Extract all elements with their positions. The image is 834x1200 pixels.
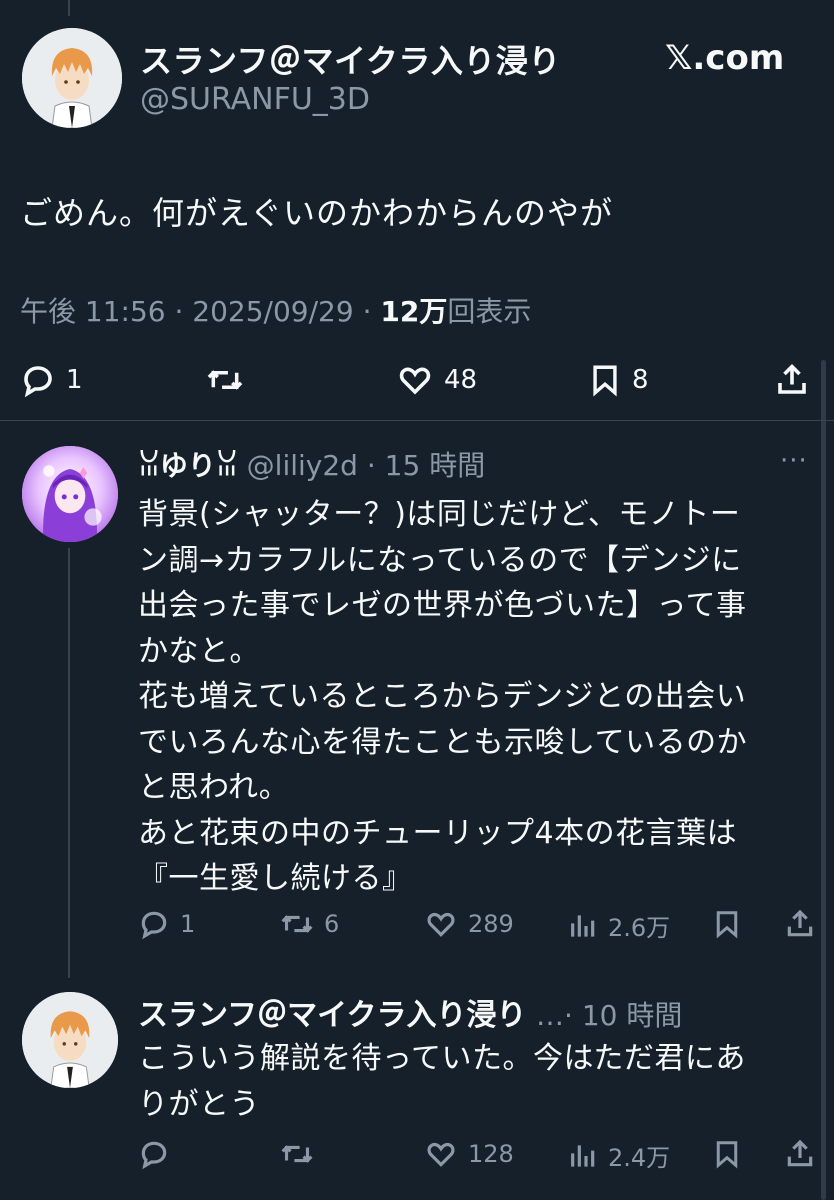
heart-icon — [399, 367, 431, 395]
views-count: 2.4万 — [608, 1144, 671, 1172]
reply-text-line: あと花束の中のチューリップ4本の花言葉は — [138, 815, 738, 851]
reply-timestamp[interactable]: · 15 時間 — [367, 449, 485, 482]
reply-icon — [141, 911, 167, 940]
views-count: 12万 — [380, 295, 448, 328]
reply-button[interactable]: 1 — [20, 362, 83, 398]
heart-icon — [427, 912, 455, 937]
reply-text-line: 出会った事でレゼの世界が色づいた】って事 — [138, 588, 747, 623]
reply2-share-button[interactable] — [784, 1138, 816, 1170]
reply2-reply-button[interactable] — [138, 1138, 180, 1170]
reply-text-line: 花も増えているところからデンジとの出会い — [138, 679, 747, 714]
reply-display-name[interactable]: ꈍゆりꈍ — [138, 449, 238, 482]
anime-boy-avatar-image — [22, 28, 122, 128]
reply2-text: こういう解説を待っていた。今はただ君にあ りがとう — [138, 1036, 746, 1128]
reply-header: ꈍゆりꈍ @liliy2d · 15 時間 — [138, 444, 485, 484]
reply2-display-name[interactable]: スランフ＠マイクラ入り浸り — [138, 998, 527, 1033]
tweet-timestamp[interactable]: 午後 11:56 · 2025/09/29 · — [20, 295, 380, 328]
reply2-text-line: りがとう — [138, 1087, 260, 1122]
retweet-icon — [281, 915, 313, 933]
thread-connector-line — [68, 548, 70, 978]
reply-icon — [141, 1141, 167, 1170]
analytics-bar-icon — [571, 914, 595, 937]
retweet-button[interactable] — [206, 362, 254, 398]
reply-like-button[interactable]: 289 — [424, 908, 514, 940]
bookmark-button[interactable]: 8 — [588, 362, 649, 398]
bookmark-icon — [716, 1141, 738, 1169]
reply-text-line: でいろんな心を得たことも示唆しているのか — [138, 724, 748, 760]
reply2-like-button[interactable]: 128 — [424, 1138, 514, 1170]
reply-retweet-button[interactable]: 6 — [280, 908, 339, 940]
tweet-meta: 午後 11:56 · 2025/09/29 · 12万回表示 — [20, 290, 531, 330]
reply-share-button[interactable] — [784, 908, 816, 940]
bookmark-icon — [593, 365, 617, 397]
like-count: 48 — [444, 365, 478, 395]
reply-text-line: と思われ。 — [138, 770, 290, 805]
x-logo: 𝕏.com — [665, 38, 785, 78]
section-divider — [0, 420, 834, 421]
views-label: 回表示 — [447, 295, 532, 328]
share-icon — [787, 1139, 813, 1167]
retweet-icon — [281, 1145, 313, 1163]
scrollbar[interactable] — [821, 360, 826, 1200]
more-options-icon[interactable]: ··· — [780, 446, 808, 476]
reply-handle[interactable]: @liliy2d — [247, 449, 358, 482]
reply2-views-button[interactable]: 2.4万 — [566, 1138, 670, 1173]
reply-bookmark-button[interactable] — [712, 908, 742, 940]
retweet-count: 6 — [324, 910, 340, 938]
reply2-bookmark-button[interactable] — [712, 1138, 742, 1170]
author-handle[interactable]: @SURANFU_3D — [140, 82, 370, 117]
reply-text-line: 『一生愛し続ける』 — [138, 861, 413, 896]
reply-views-button[interactable]: 2.6万 — [566, 908, 670, 943]
reply-text: 背景(シャッター？)は同じだけど、モノトー ン調→カラフルになっているので【デン… — [138, 492, 808, 902]
reply2-timestamp[interactable]: · 10 時間 — [564, 999, 682, 1032]
views-count: 2.6万 — [608, 914, 671, 942]
reply2-text-line: こういう解説を待っていた。今はただ君にあ — [138, 1041, 746, 1076]
reply-text-line: 背景(シャッター？)は同じだけど、モノトー — [138, 497, 741, 532]
reply-count: 1 — [66, 365, 83, 395]
reply-icon — [24, 366, 52, 398]
like-count: 289 — [468, 910, 514, 938]
reply2-name-ellipsis: … — [536, 999, 565, 1032]
reply-author-avatar[interactable] — [22, 446, 118, 542]
reply2-header: スランフ＠マイクラ入り浸り …· 10 時間 — [138, 990, 682, 1034]
bookmark-icon — [716, 911, 738, 939]
reply-text-line: かなと。 — [138, 633, 260, 669]
anime-boy-avatar-image — [22, 992, 118, 1088]
reply-count: 1 — [180, 910, 196, 938]
share-button[interactable] — [774, 362, 810, 398]
share-icon — [787, 909, 813, 937]
retweet-icon — [207, 370, 243, 390]
tweet-text: ごめん。何がえぐいのかわからんのやが — [20, 194, 614, 232]
like-count: 128 — [468, 1140, 514, 1168]
reply-reply-button[interactable]: 1 — [138, 908, 195, 940]
bookmark-count: 8 — [632, 365, 649, 395]
reply-text-line: ン調→カラフルになっているので【デンジに — [138, 542, 742, 578]
analytics-bar-icon — [571, 1144, 595, 1167]
share-icon — [778, 363, 806, 394]
heart-icon — [427, 1142, 455, 1167]
thread-connector-top — [68, 0, 70, 16]
anime-girl-avatar-image — [22, 446, 118, 542]
author-display-name[interactable]: スランフ＠マイクラ入り浸り — [140, 36, 561, 82]
author-avatar[interactable] — [22, 28, 122, 128]
reply2-retweet-button[interactable] — [280, 1138, 324, 1170]
like-button[interactable]: 48 — [396, 362, 477, 398]
reply2-author-avatar[interactable] — [22, 992, 118, 1088]
